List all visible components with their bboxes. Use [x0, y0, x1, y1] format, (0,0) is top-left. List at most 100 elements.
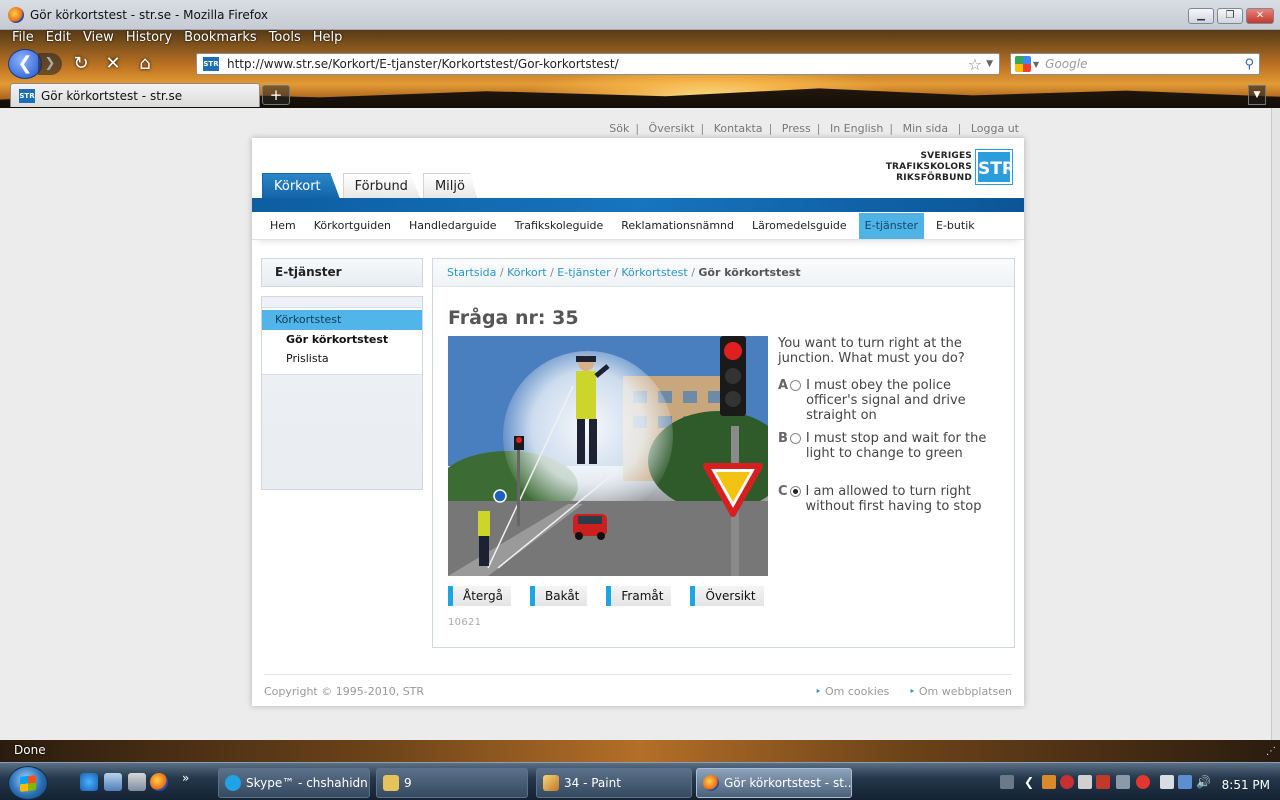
clock[interactable]: 8:51 PM [1222, 778, 1270, 792]
tab-forbund[interactable]: Förbund [342, 173, 420, 198]
sidebar-item-prislista[interactable]: Prislista [286, 352, 329, 365]
logo-mark: STR [975, 149, 1015, 185]
menu-tools[interactable]: Tools [263, 30, 307, 48]
switch-windows-icon[interactable] [128, 773, 146, 791]
search-bar[interactable]: ▼ Google ⚲ [1010, 53, 1260, 75]
network-icon[interactable] [1178, 775, 1192, 789]
toplink-contact[interactable]: Kontakta [714, 122, 763, 135]
stop-icon: ✕ [105, 53, 121, 74]
close-window-button[interactable]: ✕ [1246, 8, 1274, 24]
option-c-radio[interactable] [789, 486, 801, 497]
subnav-hem[interactable]: Hem [264, 213, 302, 239]
sidebar-item-korkortstest[interactable]: Körkortstest [262, 310, 422, 330]
resize-grip-icon[interactable]: ⋰ [1266, 746, 1276, 758]
toplink-english[interactable]: In English [830, 122, 883, 135]
toplink-logout[interactable]: Logga ut [971, 122, 1019, 135]
answer-option-b[interactable]: B I must stop and wait for the light to … [778, 431, 1006, 461]
menu-history[interactable]: History [120, 30, 178, 48]
antivirus-icon[interactable] [1060, 775, 1074, 789]
toplink-search[interactable]: Sök [609, 122, 629, 135]
overview-button[interactable]: Översikt [690, 586, 764, 606]
battery-icon[interactable] [1160, 775, 1174, 789]
option-a-radio[interactable] [790, 380, 802, 391]
new-tab-button[interactable]: + [262, 85, 290, 105]
taskbar-item-paint[interactable]: 34 - Paint [536, 768, 692, 798]
forward-button[interactable]: ❯ [38, 53, 62, 75]
vertical-scrollbar[interactable] [1271, 108, 1280, 740]
tray-app-icon[interactable] [1096, 775, 1110, 789]
subnav-laromedelsguide[interactable]: Läromedelsguide [746, 213, 853, 239]
menu-bar: File Edit View History Bookmarks Tools H… [0, 30, 348, 48]
list-all-tabs-button[interactable]: ▼ [1248, 85, 1266, 105]
back-arrow-icon: ❮ [17, 53, 33, 74]
reload-button[interactable]: ↻ [68, 51, 94, 77]
taskbar-item-skype[interactable]: Skype™ - chshahidn... [218, 768, 370, 798]
keyboard-icon[interactable] [1000, 775, 1014, 789]
return-button[interactable]: Återgå [448, 586, 511, 606]
toplink-press[interactable]: Press [782, 122, 811, 135]
breadcrumb-startsida[interactable]: Startsida [447, 266, 496, 279]
tab-miljo[interactable]: Miljö [422, 173, 477, 198]
firefox-icon [8, 6, 24, 23]
firefox-quicklaunch-icon[interactable] [150, 773, 168, 791]
previous-button[interactable]: Bakåt [530, 586, 588, 606]
taskbar-item-folder[interactable]: 9 [376, 768, 528, 798]
tray-app-icon[interactable] [1042, 775, 1056, 789]
subnav-trafikskoleguide[interactable]: Trafikskoleguide [509, 213, 610, 239]
tray-app-icon[interactable] [1136, 775, 1150, 789]
address-bar[interactable]: STR http://www.str.se/Korkort/E-tjanster… [196, 53, 1000, 75]
answer-option-c[interactable]: C I am allowed to turn right without fir… [778, 484, 1006, 514]
subnav-korkortguiden[interactable]: Körkortguiden [308, 213, 397, 239]
google-engine-icon[interactable] [1015, 56, 1031, 72]
str-logo[interactable]: SVERIGES TRAFIKSKOLORS RIKSFÖRBUND STR [886, 149, 1015, 185]
sidebar-item-gor-korkortstest[interactable]: Gör körkortstest [286, 333, 388, 346]
address-url[interactable]: http://www.str.se/Korkort/E-tjanster/Kor… [227, 57, 968, 71]
tray-app-icon[interactable] [1078, 775, 1092, 789]
paint-icon [543, 775, 559, 791]
menu-edit[interactable]: Edit [40, 30, 77, 48]
site-container: SVERIGES TRAFIKSKOLORS RIKSFÖRBUND STR K… [252, 138, 1024, 706]
start-button[interactable] [8, 766, 48, 800]
menu-bookmarks[interactable]: Bookmarks [178, 30, 263, 48]
tray-expand-icon[interactable]: ❮ [1024, 775, 1038, 789]
answer-option-a[interactable]: A I must obey the police officer's signa… [778, 378, 1006, 423]
footer-link-about-site[interactable]: Om webbplatsen [909, 685, 1012, 698]
next-button[interactable]: Framåt [606, 586, 672, 606]
tab-korkort[interactable]: Körkort [262, 173, 340, 198]
home-button[interactable]: ⌂ [132, 51, 158, 77]
toplink-my-page[interactable]: Min sida [903, 122, 949, 135]
search-engine-dropdown-icon[interactable]: ▼ [1033, 60, 1039, 69]
stop-button[interactable]: ✕ [100, 51, 126, 77]
minimize-button[interactable]: ▁ [1188, 8, 1214, 24]
back-button[interactable]: ❮ [8, 49, 42, 79]
toplink-overview[interactable]: Översikt [649, 122, 695, 135]
option-b-radio[interactable] [789, 433, 801, 444]
search-placeholder[interactable]: Google [1045, 57, 1244, 71]
subnav-e-tjanster[interactable]: E-tjänster [858, 212, 925, 239]
menu-help[interactable]: Help [307, 30, 349, 48]
windows-taskbar: » Skype™ - chshahidn... 9 34 - Paint Gör… [0, 762, 1280, 800]
breadcrumb-current: Gör körkortstest [698, 266, 801, 279]
search-icon[interactable]: ⚲ [1244, 57, 1254, 72]
subnav-e-butik[interactable]: E-butik [930, 213, 981, 239]
menu-file[interactable]: File [6, 30, 40, 48]
maximize-button[interactable]: ❐ [1217, 8, 1243, 24]
show-desktop-icon[interactable] [104, 773, 122, 791]
option-letter: C [778, 484, 788, 499]
navigation-toolbar: ❮ ❯ ↻ ✕ ⌂ [8, 49, 158, 79]
volume-icon[interactable]: 🔊 [1196, 775, 1211, 789]
breadcrumb-korkortstest[interactable]: Körkortstest [621, 266, 687, 279]
subnav-handledarguide[interactable]: Handledarguide [403, 213, 503, 239]
tray-app-icon[interactable] [1116, 775, 1130, 789]
footer-link-cookies[interactable]: Om cookies [815, 685, 889, 698]
taskbar-item-firefox[interactable]: Gör körkortstest - st... [696, 768, 852, 798]
tab-active[interactable]: STR Gör körkortstest - str.se [10, 83, 260, 107]
quicklaunch-overflow-icon[interactable]: » [182, 771, 189, 785]
url-history-dropdown-icon[interactable]: ▼ [986, 59, 993, 69]
breadcrumb-korkort[interactable]: Körkort [507, 266, 546, 279]
menu-view[interactable]: View [77, 30, 120, 48]
subnav-reklamationsnamnd[interactable]: Reklamationsnämnd [615, 213, 740, 239]
bookmark-star-icon[interactable]: ☆ [968, 55, 982, 74]
breadcrumb-e-tjanster[interactable]: E-tjänster [557, 266, 610, 279]
internet-explorer-icon[interactable] [80, 773, 98, 791]
